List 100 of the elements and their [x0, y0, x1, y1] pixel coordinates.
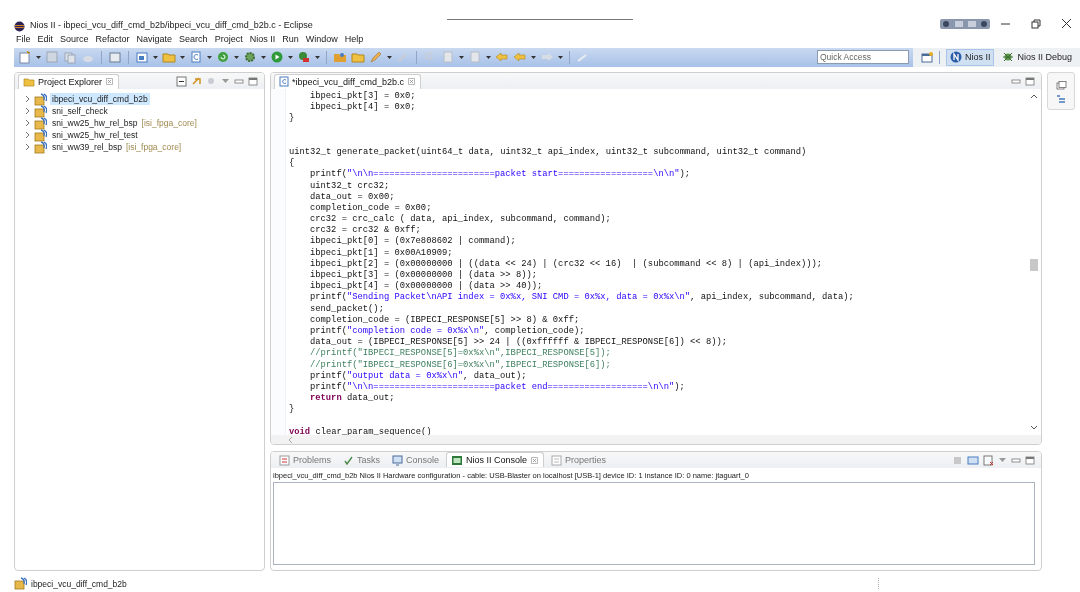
maximize-icon[interactable]: [1025, 455, 1035, 465]
collapsed-chevron-icon[interactable]: [23, 107, 31, 115]
dropdown-caret-icon[interactable]: [234, 54, 239, 60]
problems-icon: [279, 454, 290, 466]
project-folder-icon: [34, 128, 47, 142]
collapsed-chevron-icon[interactable]: [23, 95, 31, 103]
code-line: {: [289, 158, 295, 170]
project-folder-icon: [14, 577, 27, 590]
panel-tab[interactable]: Properties: [546, 452, 612, 468]
code-line: ibpeci_pkt[2] = (0x00000000 | ((data << 24) | (crc32 << 16) | (subcommand << 8) | (api_index)));: [309, 258, 823, 270]
code-line: completion_code = 0x00;: [309, 202, 432, 214]
project-folder-icon: [34, 104, 47, 118]
quick-access-field[interactable]: Quick Access: [816, 50, 909, 64]
view-menu-icon[interactable]: [221, 77, 230, 85]
close-icon[interactable]: [1061, 18, 1072, 29]
menu-item[interactable]: Edit: [37, 34, 54, 44]
minimize-icon[interactable]: [1011, 76, 1021, 86]
close-tab-icon[interactable]: [530, 455, 540, 465]
dropdown-caret-icon[interactable]: [180, 54, 185, 60]
code-line: printf("\n\n=======================packet end===================\n\n");: [309, 381, 685, 393]
dropdown-caret-icon[interactable]: [288, 54, 293, 60]
code-line: ibpeci_pkt[3] = (0x00000000 | (data >> 8));: [309, 270, 537, 281]
project-folder-icon: [34, 92, 47, 106]
dropdown-caret-icon[interactable]: [459, 54, 464, 60]
code-line: }: [289, 404, 295, 416]
menu-item[interactable]: Nios II: [249, 34, 276, 44]
panel-tab[interactable]: Nios II Console: [446, 452, 545, 467]
code-line: ibpeci_pkt[4] = 0x0;: [309, 102, 416, 114]
display-console-icon[interactable]: [967, 454, 979, 466]
menu-item[interactable]: Window: [305, 34, 338, 44]
panel-tab[interactable]: Console: [387, 452, 445, 468]
dropdown-caret-icon[interactable]: [315, 54, 320, 60]
dropdown-caret-icon[interactable]: [558, 54, 563, 60]
code-line: completion_code = (IBPECI_RESPONSE[5] >> 8) & 0xff;: [309, 314, 580, 326]
menu-item[interactable]: Navigate: [136, 34, 173, 44]
code-line: send_packet();: [309, 303, 384, 315]
perspective-button[interactable]: Nios II: [945, 48, 995, 66]
debug-icon[interactable]: [297, 50, 311, 64]
menu-item[interactable]: Run: [282, 34, 299, 44]
editor-tab[interactable]: *ibpeci_vcu_diff_cmd_b2b.c: [274, 73, 421, 89]
code-line: data_out = 0x00;: [309, 191, 395, 203]
collapsed-chevron-icon[interactable]: [23, 131, 31, 139]
class-icon[interactable]: [135, 50, 149, 64]
minimize-icon[interactable]: [234, 76, 244, 86]
properties-icon: [551, 454, 563, 466]
menu-item[interactable]: Project: [214, 34, 243, 44]
maximize-icon[interactable]: [248, 76, 258, 86]
open-perspective-icon[interactable]: [920, 51, 933, 63]
code-line: crc32 = crc32 & 0xff;: [309, 225, 421, 236]
overlay-toolbar-drawing: [940, 19, 990, 29]
collapse-all-icon[interactable]: [176, 75, 187, 87]
terminate-icon[interactable]: [953, 454, 963, 466]
tree-item[interactable]: sni_ww25_hw_rel_test: [50, 129, 140, 141]
menu-item[interactable]: Source: [60, 34, 89, 44]
tree-item[interactable]: sni_ww25_hw_rel_bsp [isi_fpga_core]: [50, 117, 199, 129]
dropdown-caret-icon[interactable]: [486, 54, 491, 60]
dropdown-caret-icon[interactable]: [153, 54, 158, 60]
code-line: ibpeci_pkt[3] = 0x0;: [309, 91, 416, 102]
scroll-down-icon[interactable]: [1030, 425, 1038, 431]
menu-item[interactable]: Help: [344, 34, 364, 44]
menu-item[interactable]: File: [16, 34, 31, 44]
dropdown-caret-icon[interactable]: [387, 54, 392, 60]
collapsed-chevron-icon[interactable]: [23, 119, 31, 127]
restore-icon[interactable]: [1031, 18, 1041, 29]
terminal-icon: [451, 454, 464, 466]
gear-icon[interactable]: [243, 50, 257, 64]
code-line: printf("output data = 0x%x\n", data_out);: [309, 370, 527, 382]
collapsed-chevron-icon[interactable]: [23, 143, 31, 151]
tree-item[interactable]: sni_ww39_rel_bsp [isi_fpga_core]: [50, 141, 184, 153]
close-tab-icon[interactable]: [105, 77, 115, 86]
close-tab-icon[interactable]: [406, 77, 416, 86]
dropdown-caret-icon[interactable]: [261, 54, 266, 60]
code-line: //printf("IBPECI_RESPONSE[5]=0x%x\n",IBPECI_RESPONSE[5]);: [309, 348, 611, 360]
folder-icon[interactable]: [351, 50, 365, 64]
tree-item[interactable]: sni_self_check: [50, 105, 110, 117]
scroll-left-icon[interactable]: [287, 435, 293, 444]
n-letter-circle-icon: [949, 51, 962, 63]
menu-item[interactable]: Refactor: [95, 34, 130, 44]
copy-icon[interactable]: [63, 50, 77, 64]
tree-item[interactable]: ibpeci_vcu_diff_cmd_b2b: [50, 93, 150, 105]
perspective-button[interactable]: Nios II Debug: [998, 48, 1076, 66]
minimize-icon[interactable]: [1011, 455, 1021, 465]
scrollbar-thumb-drawing[interactable]: [1030, 259, 1038, 271]
panel-tab[interactable]: Problems: [274, 452, 336, 468]
maximize-icon[interactable]: [1025, 76, 1035, 86]
window-title: Nios II - ibpeci_vcu_diff_cmd_b2b/ibpeci_vcu_diff_cmd_b2b.c - Eclipse: [30, 20, 313, 32]
clear-console-icon[interactable]: [983, 454, 994, 466]
dropdown-caret-icon[interactable]: [207, 54, 212, 60]
project-explorer-tab[interactable]: Project Explorer: [18, 73, 120, 89]
menu-item[interactable]: Search: [179, 34, 208, 44]
dropdown-caret-icon[interactable]: [36, 54, 41, 60]
tasks-icon: [343, 454, 354, 466]
bug-icon: [1002, 51, 1015, 63]
restore-view-icon[interactable]: [1055, 81, 1067, 90]
open-folder-icon[interactable]: [333, 50, 347, 64]
scroll-up-icon[interactable]: [1030, 93, 1038, 99]
outline-icon[interactable]: [1056, 94, 1066, 104]
panel-tab[interactable]: Tasks: [338, 452, 386, 468]
view-menu-icon[interactable]: [998, 456, 1007, 464]
dropdown-caret-icon[interactable]: [531, 54, 536, 60]
